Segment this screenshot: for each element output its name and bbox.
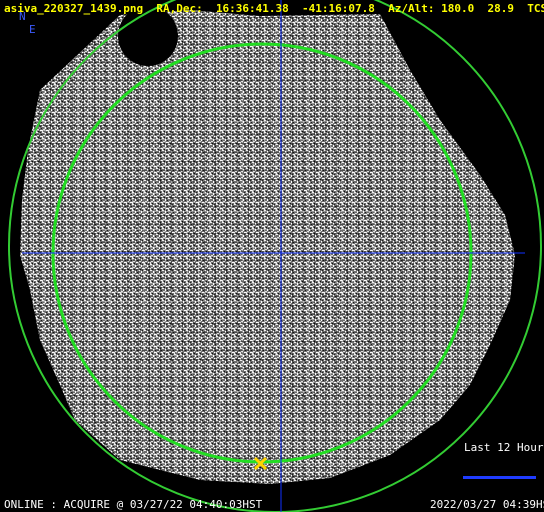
az-value: 180.0	[441, 2, 475, 15]
compass-north: N	[19, 10, 26, 23]
azalt-label: Az/Alt:	[388, 2, 435, 15]
alt-value: 28.9	[487, 2, 515, 15]
compass-east: E	[29, 23, 36, 36]
radec-label: RA,Dec:	[156, 2, 203, 15]
dec-value: -41:16:07.8	[302, 2, 375, 15]
legend-label: Last 12 Hours	[464, 441, 544, 454]
allsky-image	[8, 0, 542, 512]
occulting-blob	[118, 6, 178, 66]
timestamp: 2022/03/27 04:39HST	[430, 498, 544, 511]
header-info: asiva_220327_1439.png RA,Dec: 16:36:41.3…	[4, 3, 544, 15]
status-text: ONLINE : ACQUIRE @ 03/27/22 04:40:03HST	[4, 498, 263, 511]
ra-value: 16:36:41.38	[215, 2, 289, 15]
tcs-label: TCS:	[527, 2, 544, 15]
legend-line-swatch	[463, 476, 536, 479]
allsky-camera-view: asiva_220327_1439.png RA,Dec: 16:36:41.3…	[0, 0, 544, 512]
